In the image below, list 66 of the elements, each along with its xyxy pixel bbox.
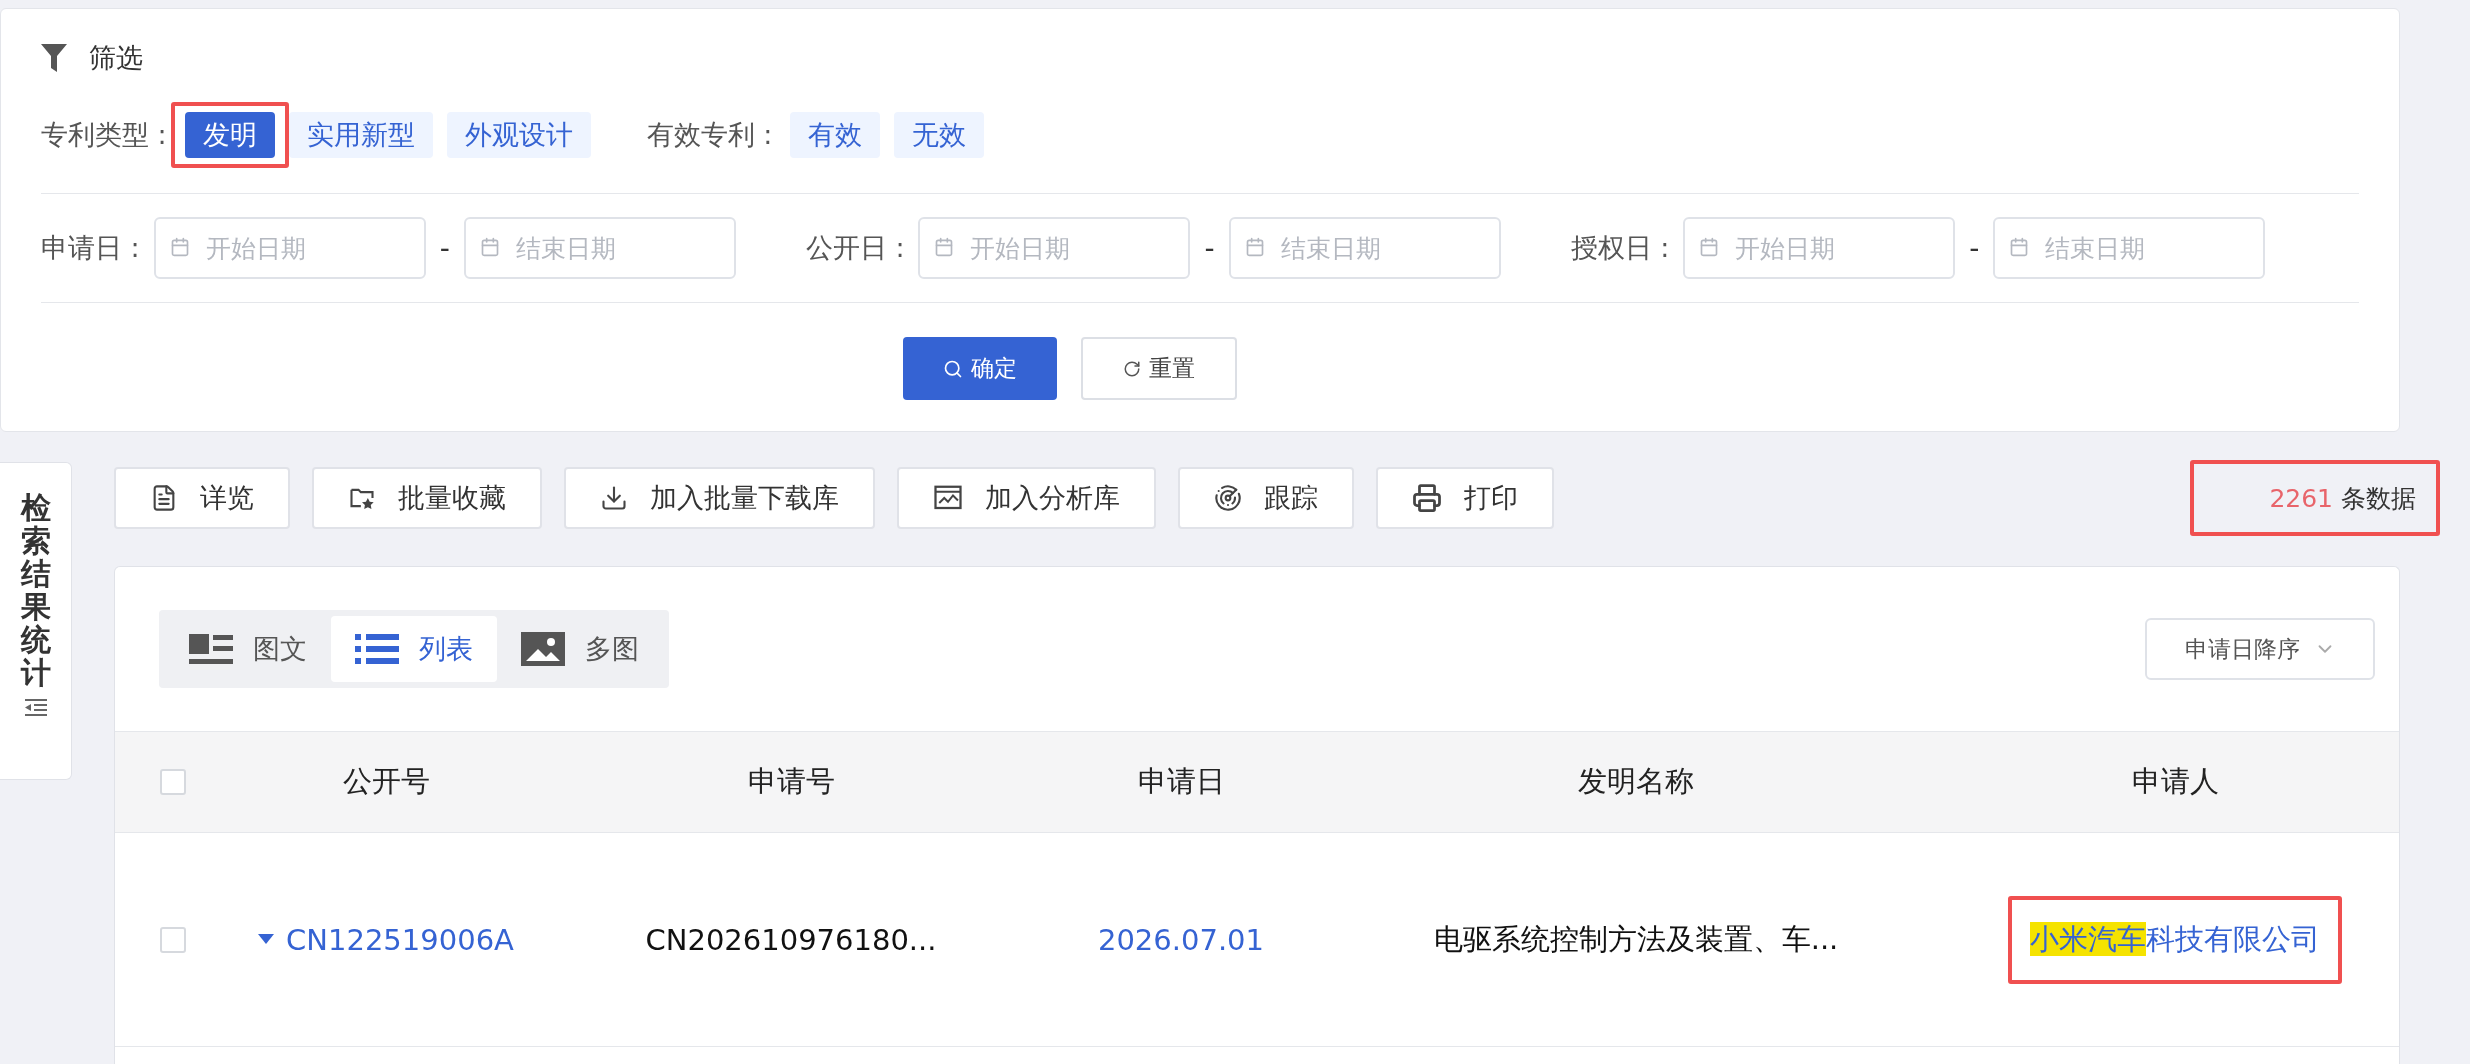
column-header: 申请人	[2131, 763, 2219, 800]
toolbar-button[interactable]: 详览	[114, 467, 290, 529]
column-header: 公开号	[342, 763, 430, 800]
list-icon	[355, 632, 399, 666]
article-layout-icon	[189, 632, 233, 666]
calendar-icon	[169, 237, 190, 257]
range-separator: -	[1203, 231, 1216, 265]
collapse-icon	[24, 699, 47, 717]
expand-caret-icon[interactable]	[258, 933, 275, 946]
printer-icon	[1412, 483, 1442, 513]
toolbar-button[interactable]: 打印	[1376, 467, 1554, 529]
table-cell: CN202610976180...	[645, 922, 937, 957]
start-date-field[interactable]: 开始日期	[1683, 217, 1956, 279]
chart-icon	[933, 484, 963, 512]
end-date-field[interactable]: 结束日期	[1228, 217, 1501, 279]
calendar-icon	[1244, 237, 1265, 257]
start-date-field[interactable]: 开始日期	[918, 217, 1191, 279]
view-tab[interactable]: 图文	[165, 616, 331, 682]
column-header: 申请日	[1137, 763, 1225, 800]
filter-icon	[41, 44, 67, 72]
calendar-icon	[479, 237, 500, 257]
applicant-link[interactable]: 小米汽车科技有限公司	[2030, 921, 2320, 956]
filter-chip[interactable]: 实用新型	[288, 112, 433, 158]
reset-button[interactable]: 重置	[1081, 337, 1237, 400]
toolbar-button[interactable]: 加入分析库	[897, 467, 1156, 529]
filter-chip[interactable]: 无效	[894, 112, 985, 158]
filter-label: 有效专利 :	[646, 118, 773, 152]
download-icon	[600, 484, 628, 512]
date-label: 公开日 :	[805, 231, 905, 265]
side-tab-label: 检索结果统计	[20, 491, 51, 689]
column-header: 申请号	[747, 763, 835, 800]
reset-icon	[1123, 359, 1141, 378]
filter-title: 筛选	[89, 41, 143, 75]
end-date-field[interactable]: 结束日期	[463, 217, 736, 279]
application-date-link[interactable]: 2026.07.01	[1097, 922, 1264, 957]
result-count-label: 条数据	[2341, 482, 2416, 515]
toolbar-button[interactable]: 加入批量下载库	[564, 467, 875, 529]
calendar-icon	[934, 237, 955, 257]
sort-dropdown[interactable]: 申请日降序	[2145, 618, 2375, 680]
image-icon	[521, 632, 565, 666]
filter-chip[interactable]: 外观设计	[446, 112, 591, 158]
result-count: 2261	[2269, 483, 2333, 513]
calendar-icon	[2009, 237, 2030, 257]
range-separator: -	[438, 231, 451, 265]
view-tab[interactable]: 列表	[331, 616, 497, 682]
confirm-button[interactable]: 确定	[903, 337, 1057, 400]
toolbar-button[interactable]: 批量收藏	[312, 467, 542, 529]
column-header: 发明名称	[1578, 763, 1694, 800]
view-tab[interactable]: 多图	[497, 616, 663, 682]
checkbox[interactable]	[160, 926, 186, 953]
start-date-field[interactable]: 开始日期	[153, 217, 426, 279]
date-label: 申请日 :	[41, 231, 140, 265]
publication-number-link[interactable]: CN122519006A	[286, 922, 514, 957]
date-label: 授权日 :	[1570, 231, 1670, 265]
radar-icon	[1214, 484, 1242, 512]
filter-label: 专利类型 :	[41, 118, 167, 152]
range-separator: -	[1968, 231, 1981, 265]
statistics-side-tab[interactable]: 检索结果统计	[0, 462, 72, 780]
end-date-field[interactable]: 结束日期	[1993, 217, 2266, 279]
table-cell-text: 电驱系统控制方法及装置、车...	[1433, 920, 1839, 958]
checkbox[interactable]	[160, 769, 186, 795]
filter-chip[interactable]: 有效	[790, 112, 881, 158]
calendar-icon	[1699, 237, 1720, 257]
filter-chip[interactable]: 发明	[184, 112, 275, 158]
toolbar-button[interactable]: 跟踪	[1178, 467, 1354, 529]
search-icon	[943, 358, 963, 379]
